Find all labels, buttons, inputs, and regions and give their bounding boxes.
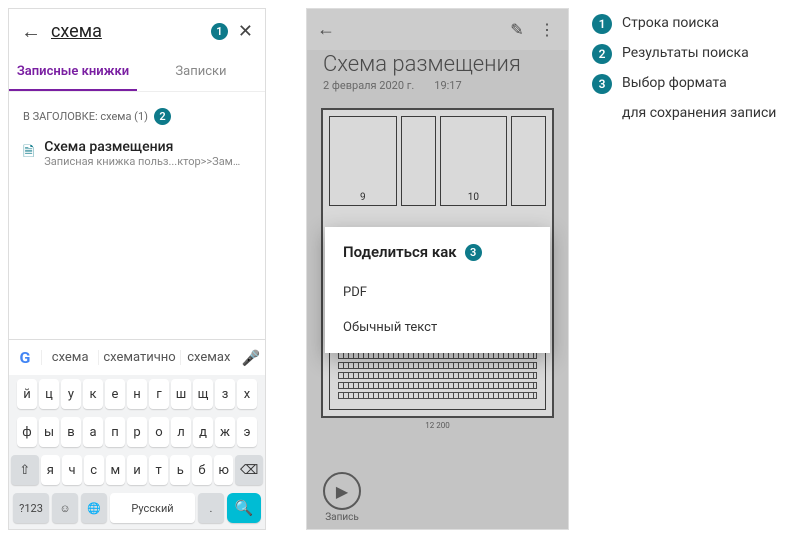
share-option-pdf[interactable]: PDF [343, 275, 532, 310]
result-subtitle: Записная книжка польз...ктор>>Заметки на… [44, 155, 244, 168]
key-row-1: йцукенгшщзх [9, 375, 265, 413]
key-н[interactable]: н [127, 379, 147, 409]
key-п[interactable]: п [105, 417, 125, 447]
search-key[interactable]: 🔍 [227, 493, 261, 523]
key-ш[interactable]: ш [171, 379, 191, 409]
callout-badge-2: 2 [154, 108, 171, 125]
document-icon: 🗎 [23, 141, 34, 165]
on-screen-keyboard: G схема схематично схемах 🎤 йцукенгшщзх … [9, 339, 265, 529]
dialog-title: Поделиться как [343, 243, 457, 261]
shift-key[interactable]: ⇧ [11, 455, 39, 485]
search-header: ← схема 1 ✕ [9, 9, 265, 54]
key-и[interactable]: и [127, 455, 147, 485]
suggestion-1[interactable]: схема [41, 350, 98, 365]
phone-search-screen: ← схема 1 ✕ Записные книжки Записки В ЗА… [8, 8, 266, 530]
suggestion-2[interactable]: схематично [98, 350, 179, 365]
suggestion-bar: G схема схематично схемах 🎤 [9, 339, 265, 375]
legend-item-extra: для сохранения записи [592, 104, 776, 123]
spacebar-key[interactable]: Русский [110, 493, 195, 523]
period-key[interactable]: . [198, 493, 224, 523]
key-у[interactable]: у [61, 379, 81, 409]
key-ж[interactable]: ж [215, 417, 235, 447]
key-row-bottom: ?123 ☺ 🌐 Русский . 🔍 [9, 489, 265, 529]
share-dialog: Поделиться как 3 PDF Обычный текст [325, 227, 550, 353]
clear-search-icon[interactable]: ✕ [238, 21, 253, 42]
legend-badge: 2 [592, 44, 612, 64]
key-ь[interactable]: ь [170, 455, 190, 485]
legend-item: 1 Строка поиска [592, 14, 776, 34]
legend-text: Строка поиска [622, 14, 719, 33]
key-э[interactable]: э [237, 417, 257, 447]
key-row-2: фывапролджэ [9, 413, 265, 451]
key-в[interactable]: в [61, 417, 81, 447]
legend-item: 3 Выбор формата [592, 74, 776, 94]
key-р[interactable]: р [127, 417, 147, 447]
google-icon[interactable]: G [9, 348, 41, 367]
key-г[interactable]: г [149, 379, 169, 409]
key-к[interactable]: к [83, 379, 103, 409]
language-key[interactable]: 🌐 [81, 493, 107, 523]
legend-text: Выбор формата [622, 74, 727, 93]
legend: 1 Строка поиска 2 Результаты поиска 3 Вы… [592, 14, 776, 133]
backspace-key[interactable]: ⌫ [235, 455, 263, 485]
legend-badge: 3 [592, 74, 612, 94]
microphone-icon[interactable]: 🎤 [237, 349, 265, 367]
callout-badge-1: 1 [211, 23, 228, 40]
key-ч[interactable]: ч [62, 455, 82, 485]
legend-text: для сохранения записи [622, 104, 776, 123]
key-б[interactable]: б [192, 455, 212, 485]
suggestion-3[interactable]: схемах [180, 350, 237, 365]
share-option-text[interactable]: Обычный текст [343, 310, 532, 345]
key-щ[interactable]: щ [193, 379, 213, 409]
result-title: Схема размещения [44, 139, 244, 155]
key-ю[interactable]: ю [214, 455, 234, 485]
search-tabs: Записные книжки Записки [9, 54, 265, 92]
key-д[interactable]: д [193, 417, 213, 447]
legend-badge: 1 [592, 14, 612, 34]
key-с[interactable]: с [84, 455, 104, 485]
phone-note-screen: ← ✎ ⋮ Схема размещения 2 февраля 2020 г.… [306, 8, 569, 530]
key-з[interactable]: з [215, 379, 235, 409]
emoji-key[interactable]: ☺ [52, 493, 78, 523]
symbols-key[interactable]: ?123 [13, 493, 49, 523]
legend-text: Результаты поиска [622, 44, 749, 63]
legend-item: 2 Результаты поиска [592, 44, 776, 64]
results-section-label: В ЗАГОЛОВКЕ: схема (1) 2 [9, 92, 265, 133]
search-result-item[interactable]: 🗎 Схема размещения Записная книжка польз… [9, 133, 265, 174]
key-е[interactable]: е [105, 379, 125, 409]
tab-notes[interactable]: Записки [137, 54, 265, 91]
key-л[interactable]: л [171, 417, 191, 447]
key-я[interactable]: я [41, 455, 61, 485]
callout-badge-3: 3 [465, 244, 482, 261]
key-а[interactable]: а [83, 417, 103, 447]
back-icon[interactable]: ← [21, 19, 41, 44]
key-о[interactable]: о [149, 417, 169, 447]
key-row-3: ⇧ ячсмитьбю ⌫ [9, 451, 265, 489]
key-т[interactable]: т [149, 455, 169, 485]
key-м[interactable]: м [106, 455, 126, 485]
key-ц[interactable]: ц [39, 379, 59, 409]
search-input[interactable]: схема [51, 21, 201, 42]
key-й[interactable]: й [17, 379, 37, 409]
key-х[interactable]: х [237, 379, 257, 409]
tab-notebooks[interactable]: Записные книжки [9, 54, 137, 91]
key-ф[interactable]: ф [17, 417, 37, 447]
section-label-text: В ЗАГОЛОВКЕ: схема (1) [23, 110, 148, 123]
key-ы[interactable]: ы [39, 417, 59, 447]
